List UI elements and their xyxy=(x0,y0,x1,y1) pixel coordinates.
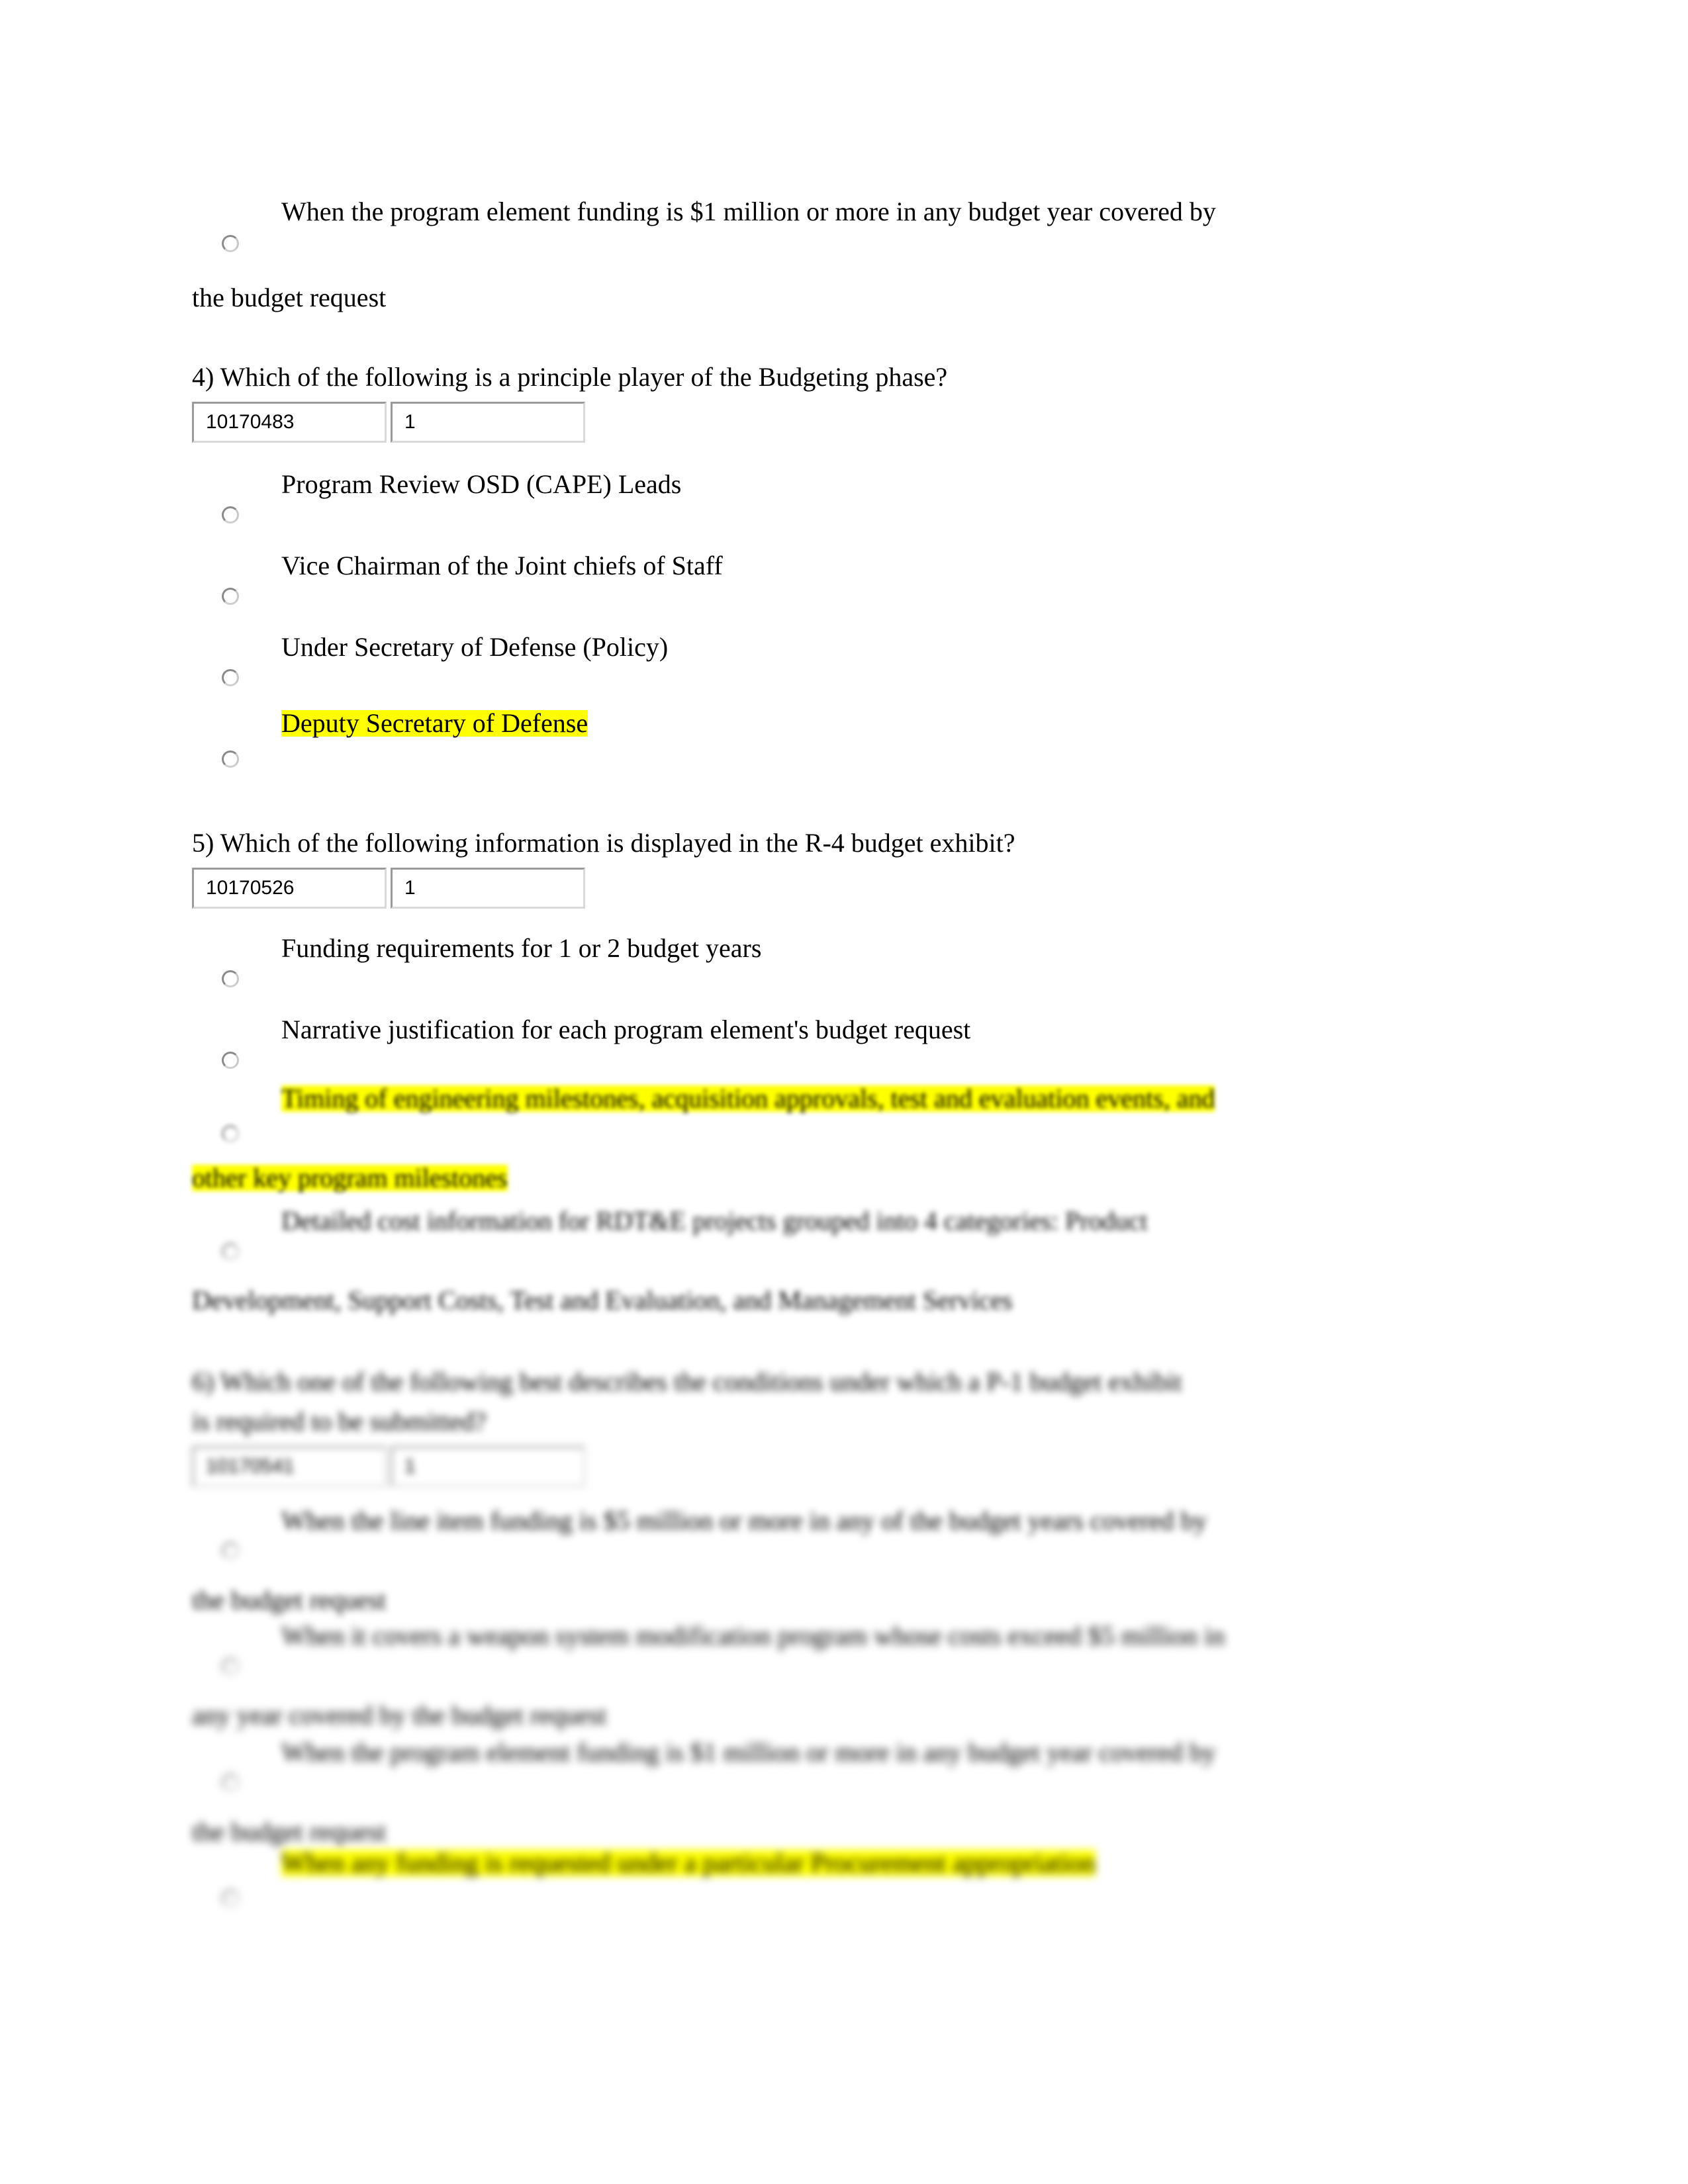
q4-option-4-label: Deputy Secretary of Defense xyxy=(281,708,588,738)
radio-carryover-option[interactable] xyxy=(222,235,239,252)
radio-q4-option-4[interactable] xyxy=(222,751,239,768)
q5-option-4-line2: Development, Support Costs, Test and Eva… xyxy=(192,1285,1013,1315)
radio-q4-option-2[interactable] xyxy=(222,588,239,605)
q6-option-3-line2: the budget request xyxy=(192,1817,387,1846)
radio-q4-option-1[interactable] xyxy=(222,506,239,523)
question-4-points-cell: 1 xyxy=(391,402,585,443)
q6-option-1-line1: When the line item funding is $5 million… xyxy=(281,1506,1207,1535)
radio-q5-option-4[interactable] xyxy=(222,1243,239,1260)
question-5-id-table: 10170526 1 xyxy=(192,868,585,909)
q4-option-3-label: Under Secretary of Defense (Policy) xyxy=(281,632,669,662)
carryover-option-line1: When the program element funding is $1 m… xyxy=(281,197,1216,226)
question-5-points-cell: 1 xyxy=(391,868,585,909)
radio-q4-option-3[interactable] xyxy=(222,669,239,686)
question-6-prompt-line2: is required to be submitted? xyxy=(192,1406,487,1436)
q6-option-2-line2: any year covered by the budget request xyxy=(192,1700,607,1730)
carryover-option-line2: the budget request xyxy=(192,283,387,312)
radio-q6-option-2[interactable] xyxy=(222,1658,239,1675)
radio-q5-option-1[interactable] xyxy=(222,970,239,987)
question-5-id-cell: 10170526 xyxy=(192,868,387,909)
q4-option-2-label: Vice Chairman of the Joint chiefs of Sta… xyxy=(281,551,723,580)
radio-q6-option-3[interactable] xyxy=(222,1774,239,1791)
question-5-prompt: 5) Which of the following information is… xyxy=(192,828,1015,858)
q6-option-4-line1: When any funding is requested under a pa… xyxy=(281,1848,1096,1878)
q6-option-3-line1: When the program element funding is $1 m… xyxy=(281,1737,1216,1767)
question-6-points-cell: 1 xyxy=(391,1446,585,1487)
document-page: When the program element funding is $1 m… xyxy=(0,0,1688,2184)
q5-option-4-line1: Detailed cost information for RDT&E proj… xyxy=(281,1206,1148,1236)
q5-option-1-label: Funding requirements for 1 or 2 budget y… xyxy=(281,933,762,963)
q5-option-3-line1: Timing of engineering milestones, acquis… xyxy=(281,1083,1215,1113)
q6-option-2-line1: When it covers a weapon system modificat… xyxy=(281,1621,1225,1651)
radio-q5-option-2[interactable] xyxy=(222,1052,239,1069)
radio-q6-option-1[interactable] xyxy=(222,1542,239,1559)
radio-q5-option-3[interactable] xyxy=(222,1125,239,1142)
radio-q6-option-4[interactable] xyxy=(222,1889,239,1907)
question-4-id-cell: 10170483 xyxy=(192,402,387,443)
q5-option-2-label: Narrative justification for each program… xyxy=(281,1015,971,1044)
q4-option-1-label: Program Review OSD (CAPE) Leads xyxy=(281,469,682,499)
question-6-prompt-line1: 6) Which one of the following best descr… xyxy=(192,1367,1182,1396)
question-6-id-cell: 10170541 xyxy=(192,1446,387,1487)
q6-option-1-line2: the budget request xyxy=(192,1585,387,1615)
q5-option-3-line2: other key program milestones xyxy=(192,1163,508,1193)
question-6-id-table: 10170541 1 xyxy=(192,1446,585,1487)
question-4-prompt: 4) Which of the following is a principle… xyxy=(192,362,948,392)
question-4-id-table: 10170483 1 xyxy=(192,402,585,443)
